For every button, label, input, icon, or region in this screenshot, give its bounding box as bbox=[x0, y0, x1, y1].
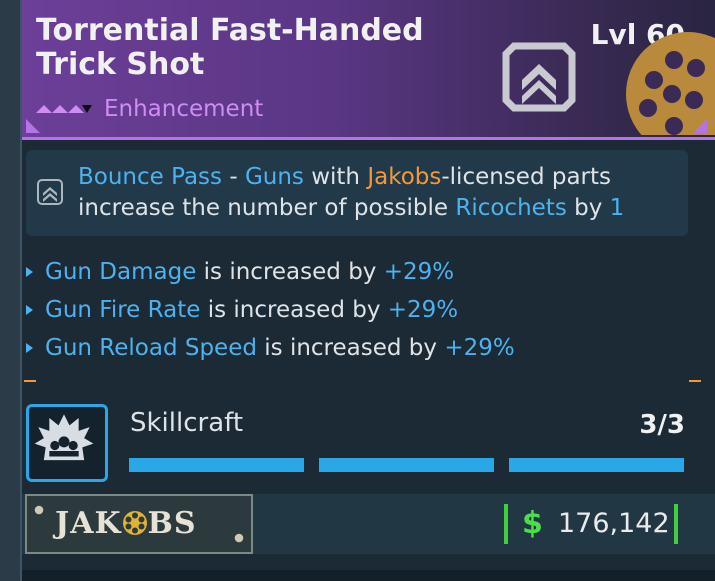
perk-keyword: Ricochets bbox=[455, 195, 567, 221]
stat-value: +29% bbox=[444, 335, 515, 361]
perk-description: Bounce Pass - Guns with Jakobs-licensed … bbox=[78, 162, 678, 224]
stat-text: is increased by bbox=[196, 259, 384, 285]
stat-line: Gun Reload Speed is increased by +29% bbox=[22, 331, 515, 365]
item-header: Torrential Fast-Handed Trick Shot Lvl 60… bbox=[22, 0, 715, 140]
perk-name: Bounce Pass bbox=[78, 164, 223, 190]
stat-line: Gun Fire Rate is increased by +29% bbox=[22, 293, 458, 327]
perk-text: by bbox=[566, 195, 610, 221]
footer-bar: JAK BS $ 176,142 bbox=[22, 494, 715, 554]
skillcraft-count: 3/3 bbox=[639, 410, 685, 440]
stat-name: Gun Fire Rate bbox=[45, 297, 201, 323]
section-divider bbox=[22, 380, 715, 382]
perk-manufacturer: Jakobs bbox=[367, 164, 442, 190]
rivet-icon bbox=[234, 533, 244, 543]
stat-value: +29% bbox=[383, 259, 455, 285]
perk-separator: - bbox=[222, 164, 245, 190]
corner-mark-icon bbox=[693, 119, 707, 133]
manufacturer-logo: JAK BS bbox=[55, 506, 197, 541]
skillcraft-label: Skillcraft bbox=[130, 408, 244, 438]
manufacturer-badge: JAK BS bbox=[25, 494, 253, 554]
perk-weapon-type: Guns bbox=[244, 164, 304, 190]
manufacturer-logo-left: JAK bbox=[55, 506, 122, 541]
item-card: Torrential Fast-Handed Trick Shot Lvl 60… bbox=[22, 0, 715, 581]
bullet-arrow-icon bbox=[26, 267, 33, 277]
rarity-row: Enhancement bbox=[34, 96, 263, 122]
manufacturer-logo-right: BS bbox=[147, 506, 197, 541]
skillcraft-bar-segment bbox=[319, 458, 494, 472]
bullet-arrow-icon bbox=[26, 343, 33, 353]
stat-name: Gun Reload Speed bbox=[45, 335, 257, 361]
perk-amount: 1 bbox=[609, 195, 625, 221]
stat-line: Gun Damage is increased by +29% bbox=[22, 255, 454, 289]
item-title: Torrential Fast-Handed Trick Shot bbox=[36, 13, 424, 82]
class-mod-icon bbox=[502, 42, 576, 112]
skillcraft-bar-segment bbox=[129, 458, 304, 472]
price-value: 176,142 bbox=[558, 508, 670, 539]
stat-name: Gun Damage bbox=[45, 259, 197, 285]
bullet-arrow-icon bbox=[26, 305, 33, 315]
corner-mark-icon bbox=[26, 119, 40, 133]
stat-value: +29% bbox=[387, 297, 459, 323]
perk-panel: Bounce Pass - Guns with Jakobs-licensed … bbox=[26, 150, 688, 236]
item-type: Enhancement bbox=[104, 96, 264, 122]
rivet-icon bbox=[34, 505, 44, 515]
skillcraft-icon bbox=[26, 404, 108, 482]
skillcraft-bar-segment bbox=[509, 458, 684, 472]
perk-chevron-icon bbox=[37, 179, 63, 205]
currency-icon: $ bbox=[522, 506, 543, 541]
price-display: $ 176,142 bbox=[504, 504, 678, 544]
rarity-pips-icon bbox=[36, 105, 92, 113]
window-frame-left bbox=[0, 0, 22, 581]
manufacturer-gear-icon bbox=[122, 511, 147, 535]
stat-text: is increased by bbox=[256, 335, 445, 361]
card-bottom-strip bbox=[22, 570, 715, 581]
crown-badge-icon bbox=[34, 414, 94, 461]
perk-text: with bbox=[303, 164, 368, 190]
stat-text: is increased by bbox=[200, 297, 388, 323]
